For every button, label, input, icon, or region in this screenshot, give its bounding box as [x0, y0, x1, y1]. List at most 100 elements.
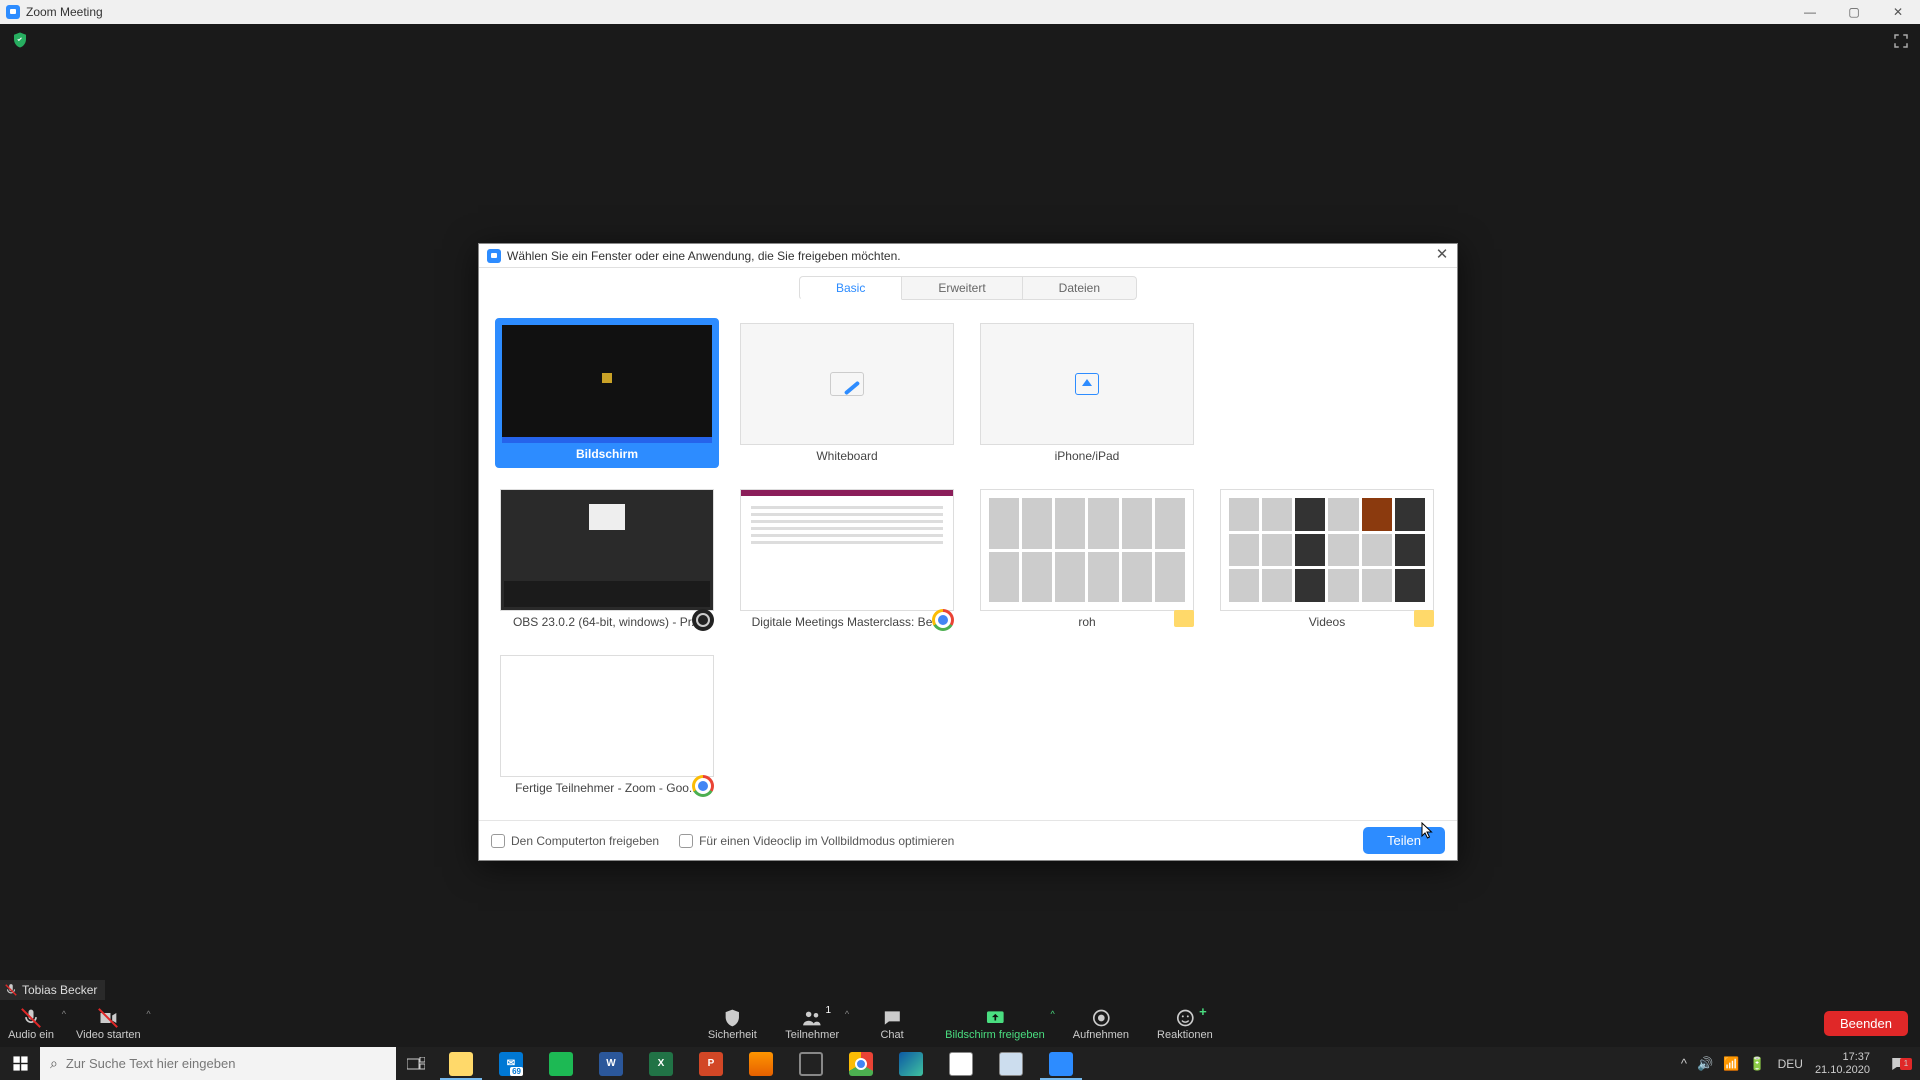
firefox-icon	[749, 1052, 773, 1076]
zoom-icon	[1049, 1052, 1073, 1076]
share-options-grid: Bildschirm Whiteboard iPhone/iPad OBS 23…	[479, 308, 1457, 820]
share-option-iphone[interactable]: iPhone/iPad	[975, 318, 1199, 468]
audio-button[interactable]: Audio ein ^	[6, 1007, 56, 1041]
taskbar-apps: ✉69 W X P	[436, 1047, 1086, 1080]
taskbar-word[interactable]: W	[586, 1047, 636, 1080]
mail-icon: ✉69	[499, 1052, 523, 1076]
minimize-button[interactable]: —	[1788, 0, 1832, 24]
camera-icon	[97, 1007, 119, 1029]
notepad-icon	[999, 1052, 1023, 1076]
windows-taskbar: ⌕ Zur Suche Text hier eingeben ✉69 W X P…	[0, 1047, 1920, 1080]
chevron-up-icon[interactable]: ^	[146, 1009, 150, 1019]
share-option-whiteboard[interactable]: Whiteboard	[735, 318, 959, 468]
maximize-button[interactable]: ▢	[1832, 0, 1876, 24]
dialog-title: Wählen Sie ein Fenster oder eine Anwendu…	[507, 249, 901, 263]
taskbar-mail[interactable]: ✉69	[486, 1047, 536, 1080]
record-button[interactable]: Aufnehmen	[1073, 1007, 1129, 1041]
word-icon: W	[599, 1052, 623, 1076]
share-button[interactable]: Teilen	[1363, 827, 1445, 854]
share-option-videos[interactable]: Videos	[1215, 484, 1439, 634]
folder-icon	[1414, 610, 1434, 627]
whiteboard-icon	[830, 372, 864, 396]
chrome-icon	[849, 1052, 873, 1076]
chevron-up-icon[interactable]: ^	[62, 1009, 66, 1019]
taskbar-firefox[interactable]	[736, 1047, 786, 1080]
share-screen-dialog: Wählen Sie ein Fenster oder eine Anwendu…	[478, 243, 1458, 861]
dialog-tabs: Basic Erweitert Dateien	[479, 276, 1457, 300]
share-icon	[984, 1007, 1006, 1029]
chrome-icon	[932, 609, 954, 631]
taskbar-clock[interactable]: 17:37 21.10.2020	[1815, 1051, 1870, 1077]
taskbar-zoom[interactable]	[1036, 1047, 1086, 1080]
participants-count: 1	[826, 1005, 832, 1016]
tab-basic[interactable]: Basic	[799, 276, 902, 300]
share-screen-button[interactable]: Bildschirm freigeben ^	[945, 1007, 1045, 1041]
fullscreen-icon[interactable]	[1892, 32, 1910, 50]
microphone-icon	[20, 1007, 42, 1029]
action-center-button[interactable]: 1	[1882, 1055, 1916, 1073]
taskbar-spotify[interactable]	[536, 1047, 586, 1080]
window-title: Zoom Meeting	[26, 5, 103, 19]
checkbox-icon	[679, 834, 693, 848]
security-button[interactable]: Sicherheit	[707, 1007, 757, 1041]
chat-icon	[881, 1007, 903, 1029]
battery-icon[interactable]: 🔋	[1749, 1056, 1765, 1072]
share-option-obs[interactable]: OBS 23.0.2 (64-bit, windows) - Pr...	[495, 484, 719, 634]
chevron-up-icon[interactable]: ^	[845, 1009, 849, 1019]
obs-icon	[799, 1052, 823, 1076]
record-icon	[1090, 1007, 1112, 1029]
shield-icon	[721, 1007, 743, 1029]
share-option-roh[interactable]: roh	[975, 484, 1199, 634]
reactions-button[interactable]: + Reaktionen	[1157, 1007, 1213, 1041]
taskbar-explorer[interactable]	[436, 1047, 486, 1080]
smiley-icon	[1174, 1007, 1196, 1029]
people-icon	[801, 1007, 823, 1029]
notepad-icon	[949, 1052, 973, 1076]
wifi-icon[interactable]: 📶	[1723, 1056, 1739, 1072]
video-button[interactable]: Video starten ^	[76, 1007, 141, 1041]
dialog-titlebar: Wählen Sie ein Fenster oder eine Anwendu…	[479, 244, 1457, 268]
tab-advanced[interactable]: Erweitert	[902, 276, 1022, 300]
chrome-icon	[692, 775, 714, 797]
checkbox-share-audio[interactable]: Den Computerton freigeben	[491, 834, 659, 848]
speaker-icon[interactable]: 🔊	[1697, 1056, 1713, 1072]
search-icon: ⌕	[50, 1055, 58, 1072]
zoom-app-icon	[6, 5, 20, 19]
end-meeting-button[interactable]: Beenden	[1824, 1011, 1908, 1036]
zoom-app-icon	[487, 249, 501, 263]
taskbar-obs[interactable]	[786, 1047, 836, 1080]
window-titlebar: Zoom Meeting — ▢ ✕	[0, 0, 1920, 24]
tray-chevron-icon[interactable]: ^	[1681, 1056, 1687, 1071]
share-option-chrome-teilnehmer[interactable]: Fertige Teilnehmer - Zoom - Goo...	[495, 650, 719, 800]
meeting-area: Tobias Becker Audio ein ^ Video starten …	[0, 24, 1920, 1047]
taskbar-notepad2[interactable]	[986, 1047, 1036, 1080]
share-option-chrome-masterclass[interactable]: Digitale Meetings Masterclass: Be...	[735, 484, 959, 634]
share-option-screen[interactable]: Bildschirm	[495, 318, 719, 468]
search-placeholder: Zur Suche Text hier eingeben	[66, 1056, 236, 1071]
taskbar-chrome[interactable]	[836, 1047, 886, 1080]
encryption-shield-icon[interactable]	[10, 30, 30, 50]
participant-name: Tobias Becker	[22, 983, 97, 997]
excel-icon: X	[649, 1052, 673, 1076]
close-button[interactable]: ✕	[1876, 0, 1920, 24]
mic-muted-icon	[4, 983, 18, 997]
taskbar-powerpoint[interactable]: P	[686, 1047, 736, 1080]
plus-icon: +	[1199, 1004, 1207, 1019]
folder-icon	[1174, 610, 1194, 627]
language-indicator[interactable]: DEU	[1778, 1057, 1803, 1071]
chat-button[interactable]: Chat	[867, 1007, 917, 1041]
dialog-close-button[interactable]: ✕	[1433, 247, 1451, 265]
participants-button[interactable]: 1 Teilnehmer ^	[785, 1007, 839, 1041]
chevron-up-icon[interactable]: ^	[1051, 1009, 1055, 1019]
start-button[interactable]	[0, 1047, 40, 1080]
taskbar-notepad[interactable]	[936, 1047, 986, 1080]
task-view-button[interactable]	[396, 1047, 436, 1080]
tab-files[interactable]: Dateien	[1023, 276, 1137, 300]
taskbar-search[interactable]: ⌕ Zur Suche Text hier eingeben	[40, 1047, 396, 1080]
airplay-icon	[1075, 373, 1099, 395]
taskbar-excel[interactable]: X	[636, 1047, 686, 1080]
obs-icon	[692, 609, 714, 631]
taskbar-edge[interactable]	[886, 1047, 936, 1080]
spotify-icon	[549, 1052, 573, 1076]
checkbox-optimize-video[interactable]: Für einen Videoclip im Vollbildmodus opt…	[679, 834, 954, 848]
